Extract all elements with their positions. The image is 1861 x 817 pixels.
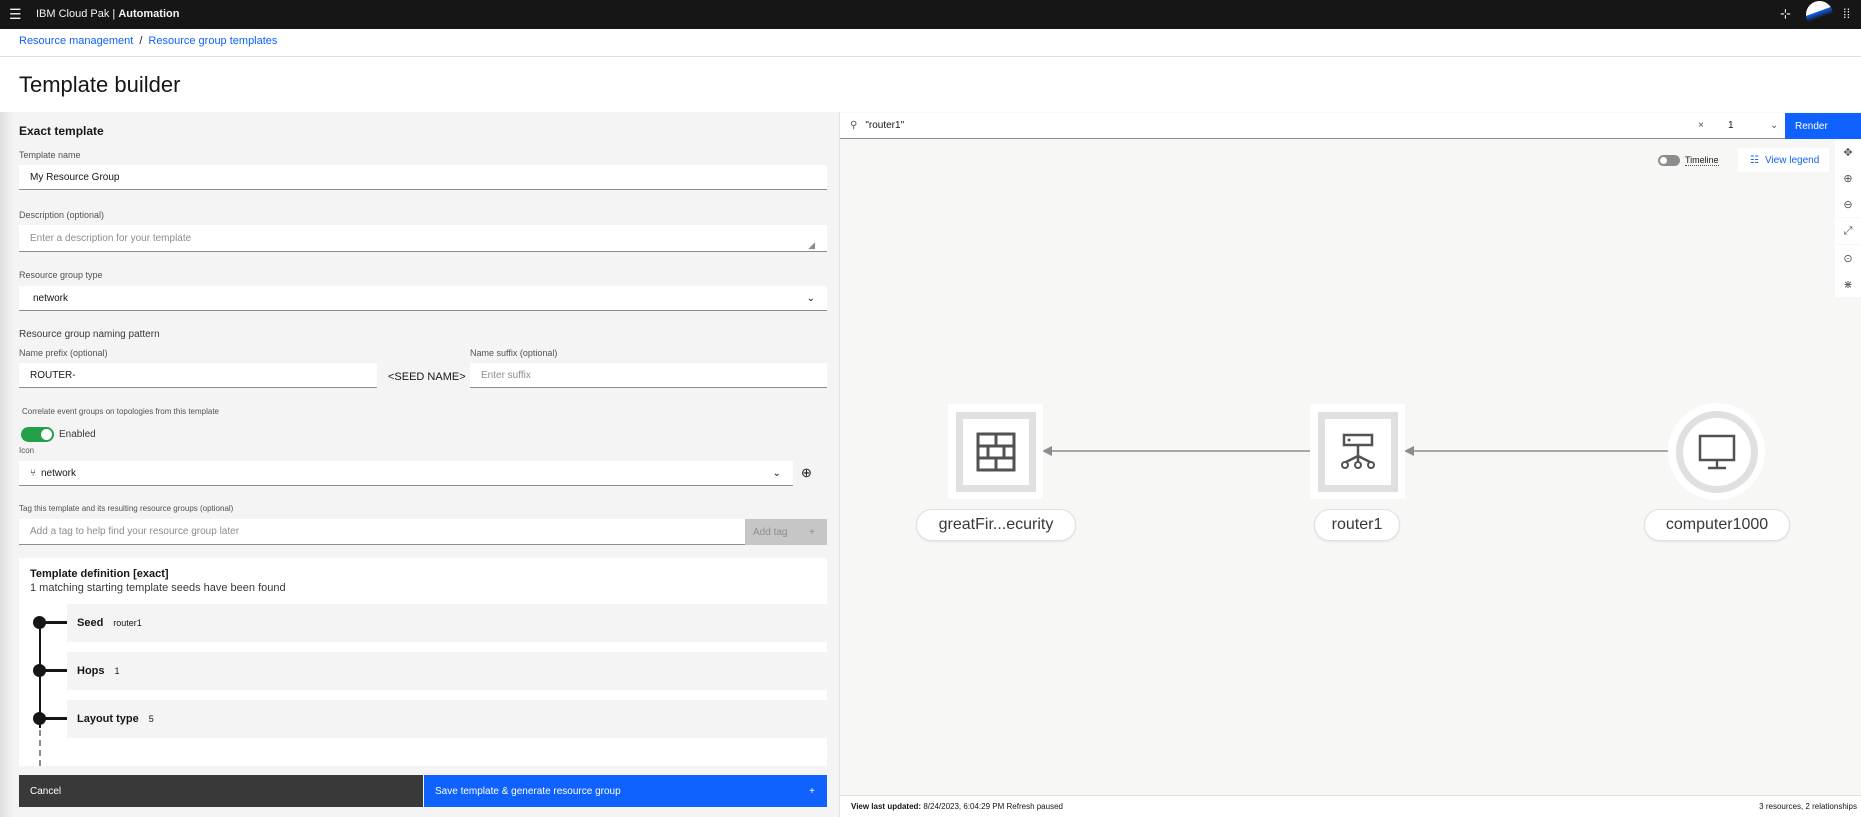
plus-icon: + [809,785,815,797]
divider [0,56,1861,57]
chevron-down-icon[interactable]: ⌄ [1770,120,1778,131]
breadcrumb-resource-management[interactable]: Resource management [19,35,133,47]
timeline-label: Timeline [1685,155,1719,166]
topology-footer: View last updated: 8/24/2023, 6:04:29 PM… [840,795,1861,817]
list-icon: ☷ [1750,154,1759,166]
brand-name: IBM Cloud Pak | Automation [36,8,180,20]
tag-placeholder: Add a tag to help find your resource gro… [30,526,240,537]
save-button[interactable]: Save template & generate resource group + [424,775,827,807]
add-tag-button[interactable]: Add tag + [745,519,827,545]
node-label[interactable]: router1 [1314,509,1400,541]
group-type-label: Resource group type [19,270,103,280]
toggle-state-label: Enabled [59,429,96,440]
resize-handle-icon[interactable]: ◢ [808,240,815,251]
firewall-icon [976,432,1015,471]
section-title: Exact template [19,124,104,138]
router-icon [1340,433,1375,469]
layout-icon[interactable]: ⋇ [1835,271,1861,297]
user-avatar[interactable] [1806,1,1833,28]
tag-label: Tag this template and its resulting reso… [19,504,234,513]
correlate-toggle[interactable] [21,427,54,442]
chevron-down-icon: ⌄ [806,292,815,304]
group-type-value: network [33,292,69,304]
template-name-input[interactable]: My Resource Group [19,165,827,190]
breadcrumb-resource-group-templates[interactable]: Resource group templates [148,35,277,47]
pin-icon[interactable]: ⊹ [1780,6,1791,22]
node-computer[interactable] [1668,403,1765,500]
icon-select[interactable]: ⑂ network ⌄ [19,461,793,486]
top-header: ☰ IBM Cloud Pak | Automation ⊹ ⁞⁞ [0,0,1861,29]
page-title: Template builder [19,72,181,97]
icon-label: Icon [19,446,35,455]
description-placeholder: Enter a description for your template [30,232,192,244]
node-firewall[interactable] [948,404,1043,499]
resource-counts: 3 resources, 2 relationships [1759,802,1857,811]
prefix-input[interactable]: ROUTER- [19,363,377,388]
zoom-out-icon[interactable]: ⊖ [1835,191,1861,217]
clear-search-icon[interactable]: × [1698,120,1704,131]
step-hops[interactable]: Hops 1 [67,652,827,690]
suffix-label: Name suffix (optional) [470,348,558,358]
hops-select[interactable]: 1 [1728,120,1734,131]
arrow-head [1404,446,1414,456]
icon-value: network [41,467,77,479]
move-icon[interactable]: ✥ [1835,139,1861,165]
correlate-label: Correlate event groups on topologies fro… [22,407,219,416]
fit-icon[interactable]: ⤢ [1835,218,1861,244]
breadcrumb: Resource management / Resource group templ… [19,35,278,47]
render-button[interactable]: Render [1785,113,1861,139]
topology-search[interactable]: ⚲ "router1" × 1 ⌄ [840,113,1785,139]
zoom-in-icon[interactable]: ⊕ [1835,165,1861,191]
group-type-select[interactable]: network ⌄ [19,286,827,311]
updated-value: 8/24/2023, 6:04:29 PM Refresh paused [923,802,1063,811]
suffix-placeholder: Enter suffix [481,369,531,381]
plus-icon: + [809,526,815,538]
node-label[interactable]: computer1000 [1644,509,1790,541]
step-layout-type[interactable]: Layout type 5 [67,700,827,738]
prefix-label: Name prefix (optional) [19,348,108,358]
add-icon-button[interactable]: ⊕ [801,465,812,481]
node-router[interactable] [1310,404,1405,499]
cancel-button[interactable]: Cancel [19,775,423,807]
network-icon: ⑂ [30,467,36,479]
timeline-dash [39,730,41,766]
view-legend-button[interactable]: ☷ View legend [1738,148,1829,172]
suffix-input[interactable]: Enter suffix [470,363,827,388]
definition-title: Template definition [exact] [30,568,169,580]
arrow-head [1042,446,1052,456]
app-switcher-icon[interactable]: ⁞⁞ [1843,6,1850,21]
node-label[interactable]: greatFir...ecurity [916,509,1076,541]
step-seed[interactable]: Seed router1 [67,604,827,642]
seed-name-token: <SEED NAME> [388,371,466,383]
prefix-value: ROUTER- [30,369,76,381]
description-textarea[interactable]: Enter a description for your template ◢ [19,225,827,252]
template-name-value: My Resource Group [30,171,120,183]
computer-icon [1698,434,1735,469]
location-icon[interactable]: ⊙ [1835,245,1861,271]
description-label: Description (optional) [19,210,105,220]
panel-shadow [0,112,14,817]
chevron-down-icon: ⌄ [772,467,781,479]
naming-pattern-title: Resource group naming pattern [19,329,160,340]
tag-input[interactable]: Add a tag to help find your resource gro… [19,519,745,545]
updated-label: View last updated: [851,802,922,811]
template-definition-card: Template definition [exact] 1 matching s… [19,558,827,766]
search-icon: ⚲ [850,120,858,131]
definition-subtitle: 1 matching starting template seeds have … [30,582,286,594]
search-value: "router1" [865,120,905,131]
timeline-toggle[interactable] [1658,155,1680,166]
template-name-label: Template name [19,150,81,160]
hamburger-icon[interactable]: ☰ [9,6,22,23]
